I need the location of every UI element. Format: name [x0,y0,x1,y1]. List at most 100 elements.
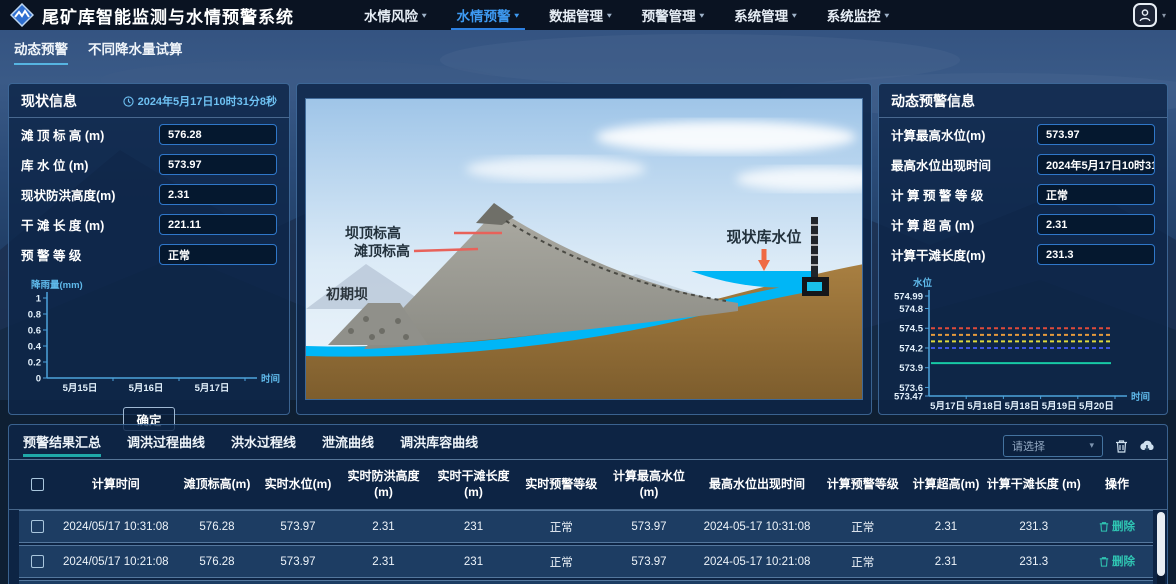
column-header-8: 最高水位出现时间 [694,477,820,493]
row-checkbox-cell [19,555,55,568]
status-field-row-4: 干 滩 长 度 (m)221.11 [21,214,277,235]
warning-field-value-5[interactable]: 231.3 [1037,244,1155,265]
warning-field-label-5: 计算干滩长度(m) [891,245,985,264]
select-placeholder: 请选择 [1012,438,1045,454]
column-header-10: 计算超高(m) [906,477,987,493]
nav-item-4[interactable]: 预警管理▾ [642,0,705,30]
rainfall-chart: 00.20.40.60.815月15日5月16日5月17日降雨量(mm)时间 [13,274,285,400]
cell-1-2: 576.28 [177,521,258,533]
cell-2-10: 2.31 [906,556,987,568]
nav-item-2[interactable]: 水情预警▾ [457,0,520,30]
cell-2-6: 正常 [519,554,605,570]
svg-text:573.6: 573.6 [899,383,923,394]
svg-text:5月18日: 5月18日 [1005,401,1040,412]
results-tab-3[interactable]: 洪水过程线 [231,432,296,459]
row-checkbox[interactable] [31,520,44,533]
water-level-chart: 573.47573.6573.9574.2574.5574.8574.995月1… [883,274,1165,426]
results-tab-2[interactable]: 调洪过程曲线 [127,432,205,459]
warning-field-row-2: 最高水位出现时间2024年5月17日10时31: [891,154,1155,175]
result-filter-select[interactable]: 请选择 ▾ [1003,435,1103,457]
delete-label: 删除 [1112,518,1135,534]
nav-item-6[interactable]: 系统监控▾ [827,0,890,30]
current-status-title: 现状信息 [21,91,77,111]
row-checkbox[interactable] [31,555,44,568]
svg-text:574.2: 574.2 [899,343,923,354]
svg-text:5月20日: 5月20日 [1079,401,1114,412]
app-root: 尾矿库智能监测与水情预警系统 水情风险▾水情预警▾数据管理▾预警管理▾系统管理▾… [0,0,1176,584]
svg-text:0: 0 [36,374,41,385]
cell-1-4: 2.31 [339,521,429,533]
table-header: 计算时间滩顶标高(m)实时水位(m)实时防洪高度 (m)实时干滩长度 (m)实时… [9,460,1167,509]
warning-field-value-1[interactable]: 573.97 [1037,124,1155,145]
cell-2-1: 2024/05/17 10:21:08 [55,556,177,568]
status-field-label-2: 库 水 位 (m) [21,155,88,174]
chevron-down-icon: ▾ [515,11,520,20]
clock-icon [123,96,134,107]
svg-text:降雨量(mm): 降雨量(mm) [31,279,83,291]
cell-2-2: 576.28 [177,556,258,568]
status-field-row-3: 现状防洪高度(m) 2.31 [21,184,277,205]
cell-1-6: 正常 [519,519,605,535]
trash-icon [1099,521,1109,532]
column-header-9: 计算预警等级 [820,477,906,493]
avatar-caret-icon[interactable]: ▾ [1162,11,1166,20]
status-field-label-3: 现状防洪高度(m) [21,185,115,204]
current-level-label: 现状库水位 [726,228,801,246]
cell-1-8: 2024-05-17 10:31:08 [694,521,820,533]
warning-field-value-2[interactable]: 2024年5月17日10时31: [1037,154,1155,175]
results-tab-4[interactable]: 泄流曲线 [322,432,374,459]
svg-text:5月17日: 5月17日 [930,401,965,412]
table-row-partial [19,580,1153,584]
page-tab-2[interactable]: 不同降水量试算 [88,38,183,65]
nav-item-label: 数据管理 [549,5,603,25]
status-field-value-3[interactable]: 2.31 [159,184,277,205]
cell-1-7: 573.97 [604,521,694,533]
status-field-label-1: 滩 顶 标 高 (m) [21,125,104,144]
export-button[interactable] [1139,438,1155,454]
cell-2-8: 2024-05-17 10:21:08 [694,556,820,568]
delete-row-button[interactable]: 删除 [1099,518,1135,534]
status-field-value-1[interactable]: 576.28 [159,124,277,145]
initial-dam-label: 初期坝 [326,286,368,302]
cell-2-5: 231 [429,556,519,568]
cell-1-3: 573.97 [258,521,339,533]
chevron-down-icon: ▾ [792,11,797,20]
cell-2-9: 正常 [820,554,906,570]
row-actions: 删除 [1081,518,1153,535]
svg-text:时间: 时间 [1131,391,1150,403]
status-field-value-2[interactable]: 573.97 [159,154,277,175]
nav-item-3[interactable]: 数据管理▾ [549,0,612,30]
status-field-value-4[interactable]: 221.11 [159,214,277,235]
chevron-down-icon: ▾ [700,11,705,20]
svg-text:5月16日: 5月16日 [129,383,164,394]
status-field-value-5[interactable]: 正常 [159,244,277,265]
column-header-3: 实时水位(m) [258,477,339,493]
cloud-download-icon [1139,439,1155,452]
trash-icon [1099,556,1109,567]
trash-icon [1115,439,1128,453]
status-field-label-5: 预 警 等 级 [21,245,81,264]
beach-top-label: 滩顶标高 [354,243,410,259]
warning-field-value-4[interactable]: 2.31 [1037,214,1155,235]
results-tab-1[interactable]: 预警结果汇总 [23,432,101,459]
svg-text:574.99: 574.99 [894,292,923,303]
table-row-2: 2024/05/17 10:21:08576.28573.972.31231正常… [19,545,1153,578]
nav-item-5[interactable]: 系统管理▾ [734,0,797,30]
delete-selected-button[interactable] [1113,438,1129,454]
select-all-checkbox[interactable] [31,478,44,491]
page-tab-1[interactable]: 动态预警 [14,38,68,65]
table-scrollbar[interactable] [1157,512,1165,584]
svg-text:574.8: 574.8 [899,304,923,315]
delete-row-button[interactable]: 删除 [1099,553,1135,569]
cell-1-5: 231 [429,521,519,533]
dam-crest-label: 坝顶标高 [345,225,401,241]
results-tab-5[interactable]: 调洪库容曲线 [400,432,478,459]
column-header-12: 操作 [1081,477,1153,493]
nav-item-1[interactable]: 水情风险▾ [364,0,427,30]
warning-field-value-3[interactable]: 正常 [1037,184,1155,205]
cell-2-4: 2.31 [339,556,429,568]
app-logo-icon [10,3,34,27]
cell-1-10: 2.31 [906,521,987,533]
user-avatar[interactable] [1133,3,1157,27]
svg-text:0.8: 0.8 [28,310,41,321]
